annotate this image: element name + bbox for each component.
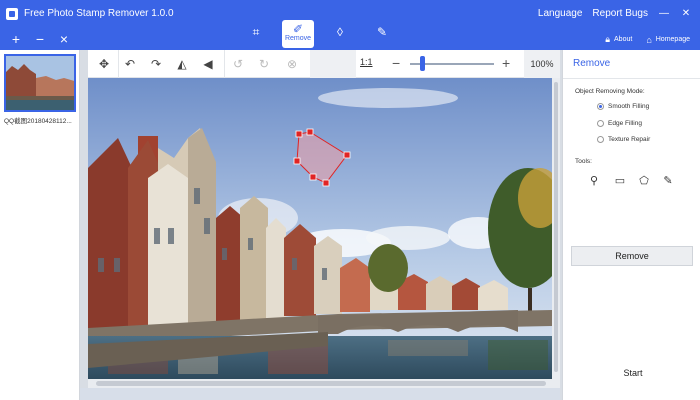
homepage-label: Homepage	[655, 36, 690, 43]
remove-panel: Remove Object Removing Mode: Smooth Fill…	[562, 50, 700, 400]
tab-drop[interactable]: ◊	[324, 20, 356, 46]
thumbnail-picture	[6, 56, 74, 110]
vertical-scrollbar[interactable]	[552, 78, 560, 379]
mode-option-label: Edge Filling	[608, 120, 642, 127]
zoom-level: 100%	[524, 50, 560, 78]
mode-option-label: Texture Repair	[608, 136, 651, 143]
mode-bar: + − × ⌗ ✐ Remove ◊ ✎ 🔒︎ About ⌂ Homepage	[0, 20, 700, 50]
eraser-icon: ✐	[292, 22, 304, 36]
fit-move-icon[interactable]: ✥	[94, 54, 114, 74]
tab-crop[interactable]: ⌗	[240, 20, 272, 46]
flip-horizontal-icon[interactable]: ◭	[172, 54, 192, 74]
undo-icon[interactable]: ↺	[228, 54, 248, 74]
photo	[88, 78, 552, 379]
lock-icon: 🔒︎	[605, 34, 611, 44]
tools-heading: Tools:	[575, 158, 592, 165]
bottom-strip	[80, 388, 560, 400]
horizontal-scroll-thumb[interactable]	[96, 381, 546, 386]
file-list-panel: QQ截图20180428112...	[0, 50, 80, 400]
picker-tool-icon[interactable]: ⚲	[587, 174, 601, 188]
panel-divider	[563, 78, 700, 79]
about-link[interactable]: 🔒︎ About	[605, 34, 632, 45]
app-title: Free Photo Stamp Remover 1.0.0	[24, 8, 174, 19]
selection-handle[interactable]	[322, 179, 330, 187]
cancel-icon[interactable]: ⊗	[282, 54, 302, 74]
rotate-left-icon[interactable]: ↶	[120, 54, 140, 74]
toolbar-divider	[118, 50, 119, 78]
vertical-scroll-thumb[interactable]	[554, 82, 558, 372]
start-button[interactable]: Start	[603, 368, 663, 382]
tab-remove[interactable]: ✐ Remove	[282, 20, 314, 48]
edit-toolbar: ✥ ↶ ↷ ◭ ◀ ↺ ↻ ⊗ 1:1 − + 100%	[88, 50, 560, 78]
thumbnail-image[interactable]	[4, 54, 76, 112]
radio-unselected	[597, 136, 604, 143]
close-window-button[interactable]: ✕	[680, 8, 692, 19]
clear-files-button[interactable]: ×	[58, 32, 70, 46]
remove-file-button[interactable]: −	[34, 32, 46, 46]
radio-selected	[597, 103, 604, 110]
mode-option-texture-repair[interactable]: Texture Repair	[597, 136, 650, 143]
brush-tool-icon[interactable]: ✎	[661, 174, 675, 188]
actual-size-button[interactable]: 1:1	[360, 57, 373, 67]
app-window: Free Photo Stamp Remover 1.0.0 Language …	[0, 0, 700, 400]
horizontal-scrollbar[interactable]	[88, 379, 560, 388]
homepage-link[interactable]: ⌂ Homepage	[646, 34, 690, 45]
about-label: About	[614, 36, 633, 43]
top-links: Language Report Bugs — ✕	[538, 8, 692, 19]
redo-icon[interactable]: ↻	[254, 54, 274, 74]
image-canvas[interactable]	[88, 78, 552, 379]
flip-vertical-icon[interactable]: ◀	[198, 54, 218, 74]
app-logo-icon	[6, 8, 18, 20]
remove-button[interactable]: Remove	[571, 246, 693, 266]
zoom-in-button[interactable]: +	[502, 55, 510, 71]
rotate-right-icon[interactable]: ↷	[146, 54, 166, 74]
tab-remove-label: Remove	[284, 35, 312, 42]
mode-option-smooth-filling[interactable]: Smooth Filling	[597, 103, 649, 110]
language-menu[interactable]: Language	[538, 8, 583, 19]
selection-handle[interactable]	[306, 128, 314, 136]
file-actions: + − ×	[10, 32, 70, 46]
selection-handle[interactable]	[309, 173, 317, 181]
report-bugs-link[interactable]: Report Bugs	[592, 8, 648, 19]
tab-brush[interactable]: ✎	[366, 20, 398, 46]
zoom-slider-handle[interactable]	[419, 56, 425, 71]
thumbnail-filename: QQ截图20180428112...	[4, 118, 72, 125]
mode-tabs: ⌗ ✐ Remove ◊ ✎	[240, 20, 398, 48]
minimize-button[interactable]: —	[658, 8, 670, 19]
zoom-out-button[interactable]: −	[392, 55, 400, 71]
toolbar-divider	[224, 50, 225, 78]
home-icon: ⌂	[646, 34, 652, 45]
mode-option-edge-filling[interactable]: Edge Filling	[597, 120, 642, 127]
add-file-button[interactable]: +	[10, 32, 22, 46]
rectangle-tool-icon[interactable]: ▭	[613, 174, 627, 188]
mode-heading: Object Removing Mode:	[575, 88, 645, 95]
selection-handle[interactable]	[343, 151, 351, 159]
header-links: 🔒︎ About ⌂ Homepage	[605, 34, 690, 45]
panel-title: Remove	[573, 58, 611, 69]
drop-icon: ◊	[337, 25, 343, 39]
polygon-tool-icon[interactable]: ⬠	[637, 174, 651, 188]
crop-icon: ⌗	[252, 25, 260, 39]
brush-icon: ✎	[376, 25, 388, 39]
selection-handle[interactable]	[293, 157, 301, 165]
mode-option-label: Smooth Filling	[608, 103, 650, 110]
radio-unselected	[597, 120, 604, 127]
toolbar-spacer	[310, 50, 356, 78]
selection-handle[interactable]	[295, 130, 303, 138]
